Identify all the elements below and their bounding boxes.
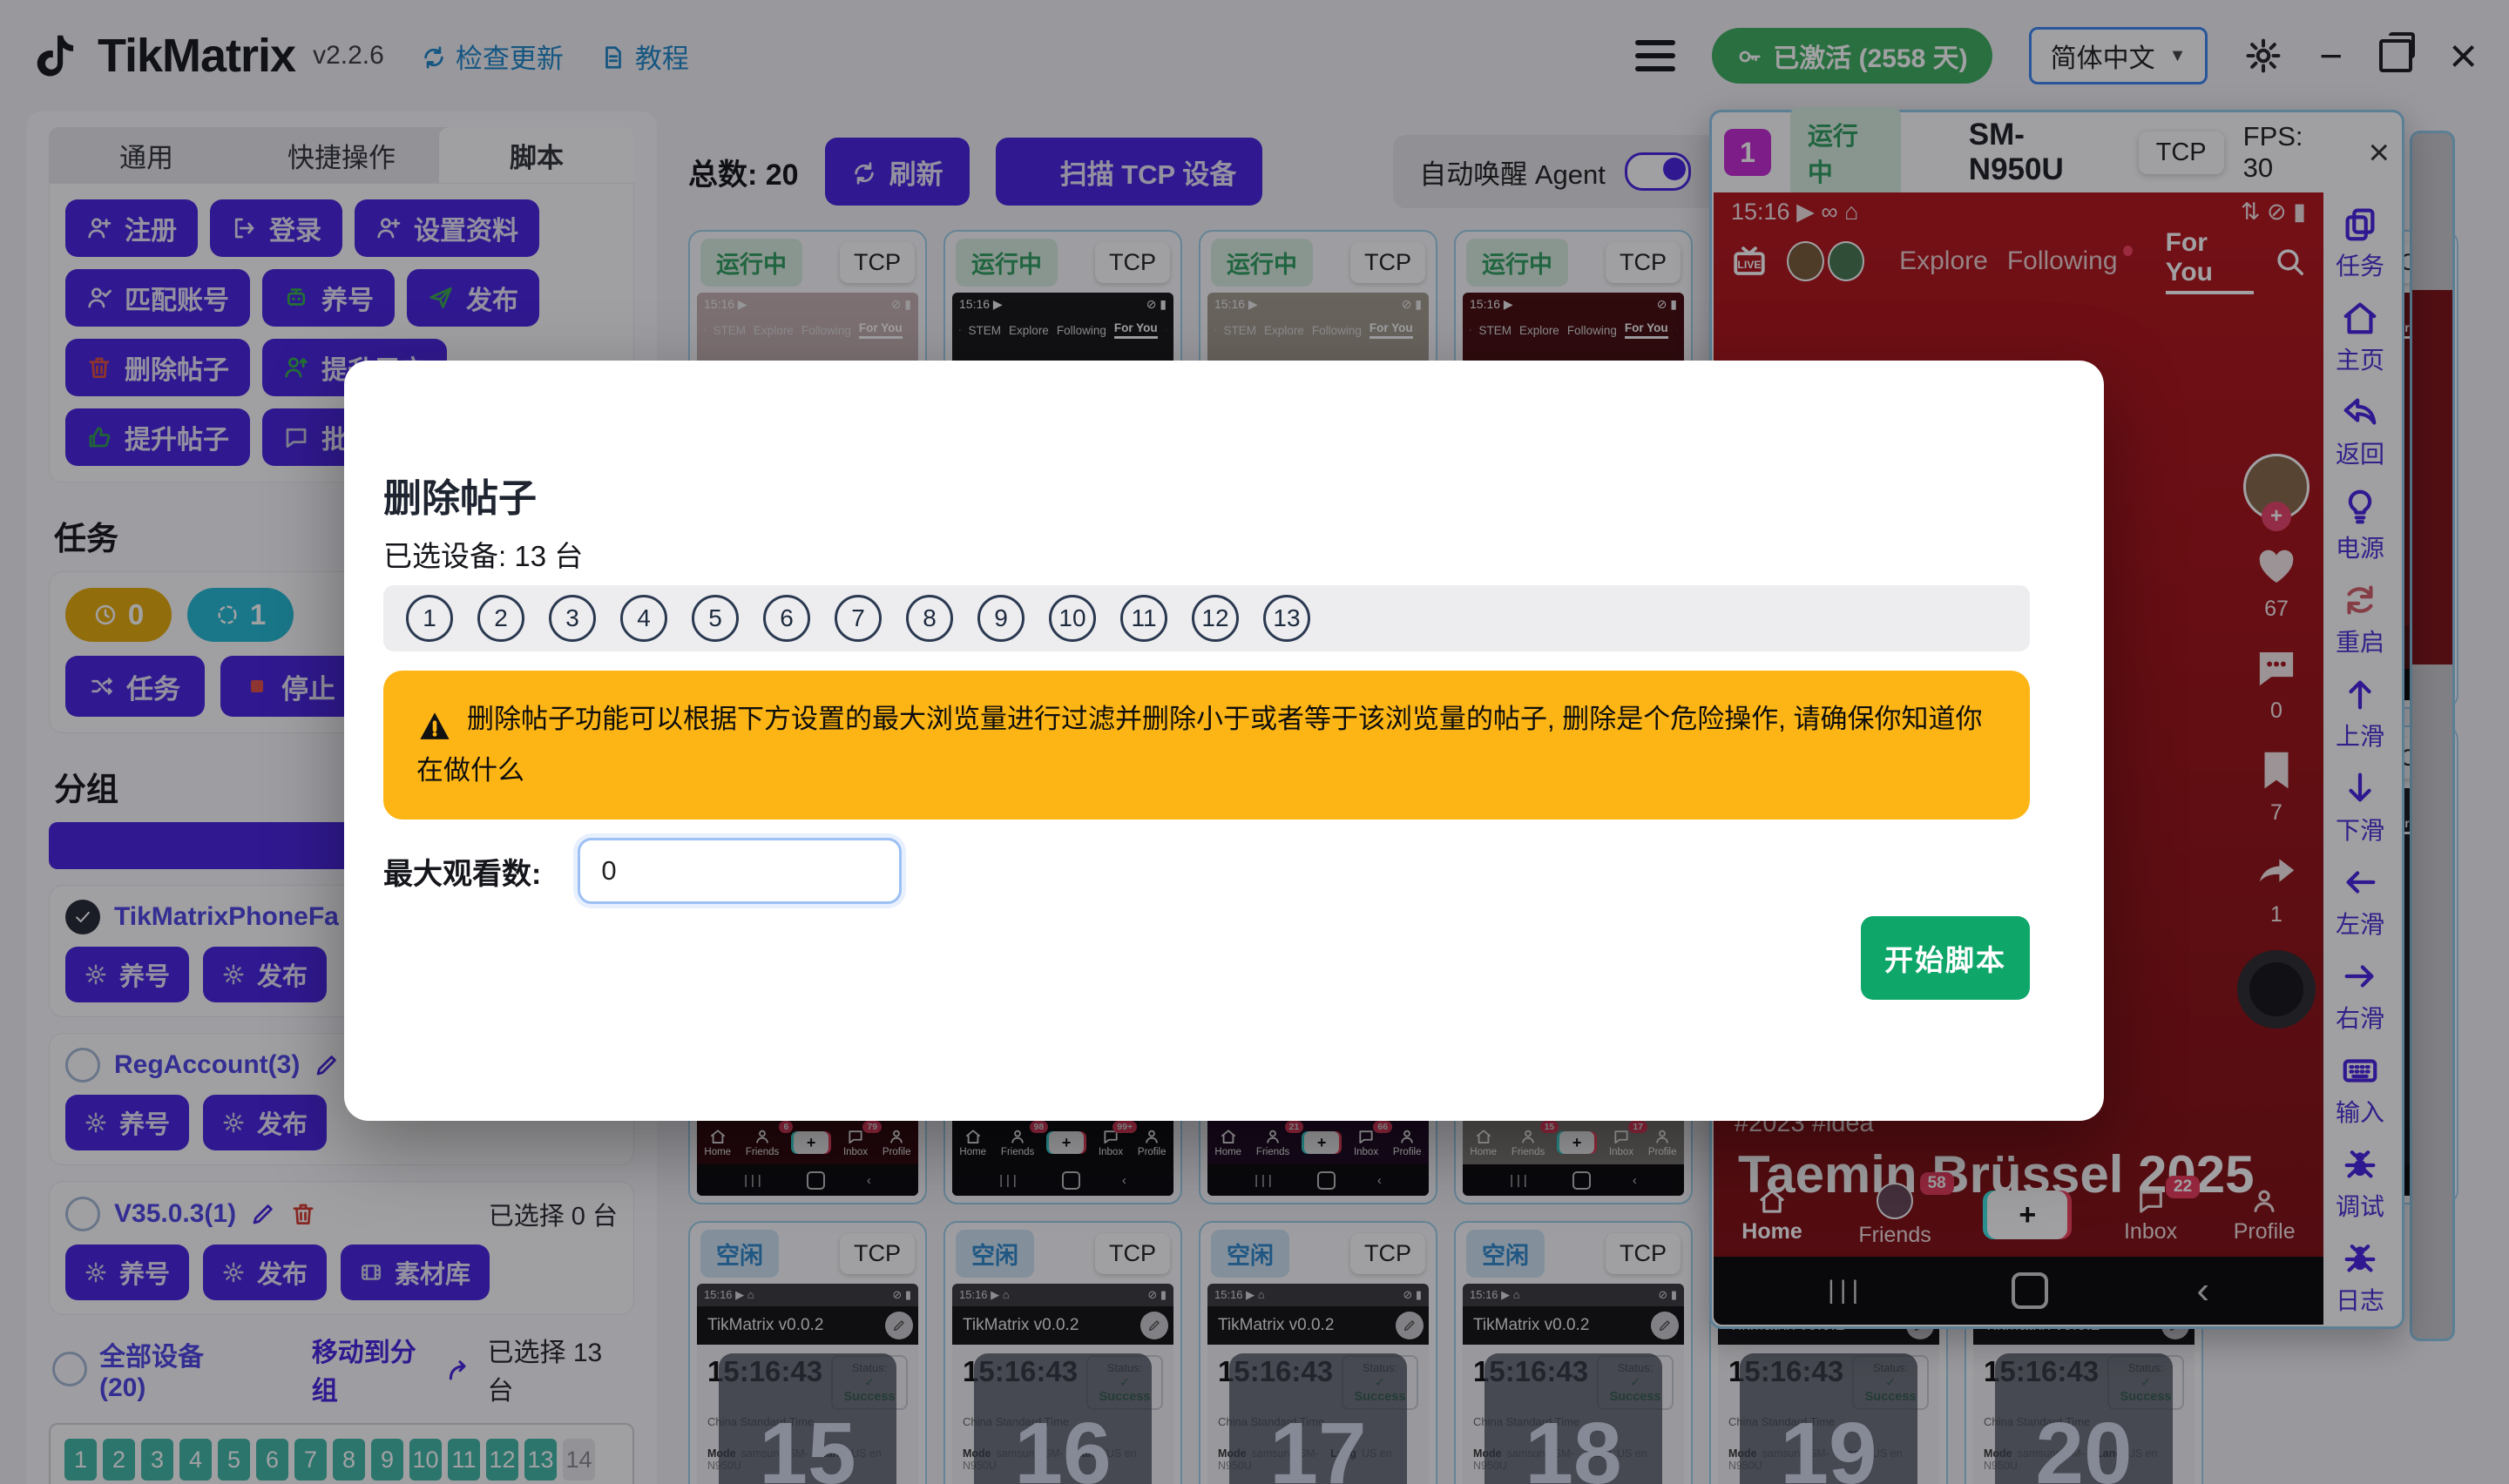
device-chip[interactable]: 7 [835, 595, 882, 642]
device-chip[interactable]: 12 [1192, 595, 1239, 642]
max-views-input[interactable] [578, 838, 902, 904]
device-chip[interactable]: 6 [763, 595, 810, 642]
max-views-label: 最大观看数: [383, 850, 541, 893]
device-chip[interactable]: 9 [977, 595, 1025, 642]
start-script-button[interactable]: 开始脚本 [1861, 916, 2030, 1000]
warning-banner: 删除帖子功能可以根据下方设置的最大浏览量进行过滤并删除小于或者等于该浏览量的帖子… [383, 671, 2030, 820]
device-chip[interactable]: 3 [549, 595, 596, 642]
selected-device-chips: 12345678910111213 [383, 585, 2030, 651]
selected-devices-label: 已选设备: 13 台 [383, 533, 583, 575]
device-chip[interactable]: 2 [477, 595, 524, 642]
device-chip[interactable]: 13 [1263, 595, 1310, 642]
device-chip[interactable]: 4 [620, 595, 667, 642]
device-chip[interactable]: 5 [692, 595, 739, 642]
device-chip[interactable]: 11 [1120, 595, 1167, 642]
device-chip[interactable]: 8 [906, 595, 953, 642]
warning-icon [416, 702, 453, 748]
tikmatrix-window: TikMatrix v2.2.6 检查更新 教程 已激活 (2558 天) 简体… [0, 0, 2509, 1484]
modal-title: 删除帖子 [383, 467, 537, 523]
device-chip[interactable]: 1 [406, 595, 453, 642]
delete-posts-modal: 删除帖子 已选设备: 13 台 12345678910111213 删除帖子功能… [344, 361, 2104, 1121]
device-chip[interactable]: 10 [1049, 595, 1096, 642]
